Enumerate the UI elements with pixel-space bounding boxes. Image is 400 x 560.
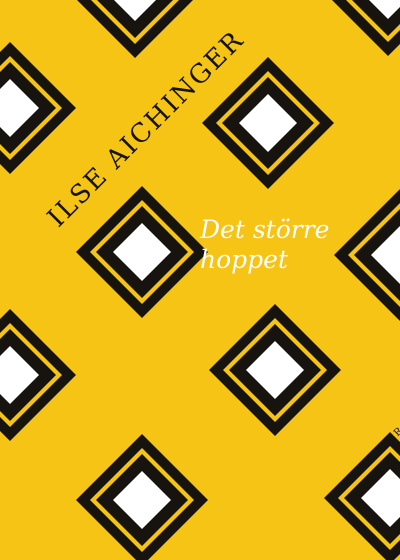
diamond-frame	[322, 0, 400, 56]
diamond-frame	[202, 57, 334, 189]
diamond-frame	[324, 432, 400, 560]
title-line-2: hoppet	[200, 245, 289, 274]
diamond-frame	[69, 0, 201, 58]
title-line-1: Det större	[200, 215, 330, 244]
diamond-frame	[0, 42, 76, 174]
diamond-frame	[76, 434, 208, 560]
diamond-frame	[209, 304, 341, 436]
diamond-frame	[0, 309, 76, 441]
book-title: Det större hoppet	[200, 215, 360, 275]
book-cover: ILSE AICHINGER Det större hoppet ELLERST…	[0, 0, 400, 560]
diamond-frame	[76, 186, 208, 318]
